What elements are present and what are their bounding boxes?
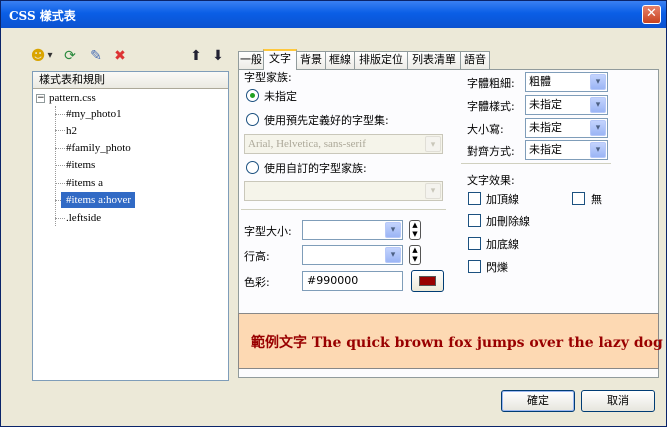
- font-style-select[interactable]: 未指定 ▾: [525, 95, 608, 115]
- tab-background[interactable]: 背景: [296, 51, 326, 69]
- chevron-down-icon[interactable]: ▾: [425, 136, 441, 152]
- preset-fontset-value: Arial, Helvetica, sans-serif: [248, 138, 366, 150]
- color-picker-button[interactable]: [411, 270, 444, 292]
- close-button[interactable]: ✕: [642, 5, 661, 24]
- tree-connector: [55, 106, 56, 226]
- preview-box: 範例文字 The quick brown fox jumps over the …: [238, 313, 663, 369]
- tree-connector: [55, 148, 65, 149]
- divider: [461, 163, 611, 164]
- divider: [241, 209, 446, 210]
- text-align-select[interactable]: 未指定 ▾: [525, 140, 608, 160]
- radio-preset-label: 使用預先定義好的字型集:: [264, 114, 389, 127]
- window-title: CSS 樣式表: [9, 9, 76, 23]
- none-checkbox[interactable]: [572, 192, 585, 205]
- line-height-select[interactable]: ▾: [302, 245, 403, 265]
- radio-preset-fontset[interactable]: [246, 113, 259, 126]
- chevron-down-icon[interactable]: ▾: [590, 142, 606, 158]
- blink-label: 閃爍: [486, 261, 508, 274]
- none-label: 無: [591, 193, 602, 206]
- chevron-down-icon[interactable]: ▾: [45, 47, 55, 65]
- chevron-down-icon[interactable]: ▾: [425, 183, 441, 199]
- rules-tree[interactable]: 樣式表和規則 − pattern.css #my_photo1 h2 #fami…: [32, 71, 229, 381]
- tree-item[interactable]: #my_photo1: [66, 106, 122, 122]
- tab-list[interactable]: 列表清單: [407, 51, 461, 69]
- tree-connector: [55, 218, 65, 219]
- tab-border[interactable]: 框線: [325, 51, 355, 69]
- radio-custom-label: 使用自訂的字型家族:: [264, 162, 367, 175]
- move-down-icon[interactable]: ⬇: [209, 47, 227, 65]
- tab-aural[interactable]: 語音: [460, 51, 490, 69]
- collapse-icon[interactable]: −: [36, 94, 45, 103]
- overline-label: 加頂線: [486, 193, 519, 206]
- font-style-label: 字體樣式:: [467, 100, 515, 113]
- tree-item-selected[interactable]: #items a:hover: [61, 192, 136, 208]
- tree-header: 樣式表和規則: [33, 72, 228, 89]
- font-style-value: 未指定: [529, 98, 562, 111]
- radio-custom-family[interactable]: [246, 161, 259, 174]
- line-height-spinner[interactable]: ▲ ▼: [409, 245, 421, 265]
- font-size-select[interactable]: ▾: [302, 220, 403, 240]
- tree-item[interactable]: h2: [66, 123, 77, 139]
- color-swatch: [419, 276, 436, 286]
- tree-item[interactable]: #items: [66, 157, 95, 173]
- text-case-value: 未指定: [529, 121, 562, 134]
- chevron-down-icon[interactable]: ▾: [385, 222, 401, 238]
- color-label: 色彩:: [244, 276, 270, 289]
- underline-checkbox[interactable]: [468, 237, 481, 250]
- edit-icon[interactable]: ✎: [87, 47, 105, 65]
- strikethrough-checkbox[interactable]: [468, 214, 481, 227]
- tree-item[interactable]: #family_photo: [66, 140, 131, 156]
- underline-label: 加底線: [486, 238, 519, 251]
- refresh-icon[interactable]: ⟳: [61, 47, 79, 65]
- css-stylesheet-dialog: CSS 樣式表 ✕ ☻ ▾ ⟳ ✎ ✖ ⬆ ⬇ 樣式表和規則 − pattern…: [0, 0, 667, 427]
- text-align-label: 對齊方式:: [467, 145, 515, 158]
- title-bar: CSS 樣式表 ✕: [1, 1, 666, 28]
- blink-checkbox[interactable]: [468, 260, 481, 273]
- font-size-label: 字型大小:: [244, 225, 292, 238]
- line-height-label: 行高:: [244, 250, 270, 263]
- text-effects-label: 文字效果:: [467, 174, 515, 187]
- strikethrough-label: 加刪除線: [486, 215, 530, 228]
- tab-general[interactable]: 一般: [238, 51, 264, 69]
- color-input[interactable]: #990000: [302, 271, 403, 291]
- radio-unspecified-label: 未指定: [264, 90, 297, 103]
- tree-item[interactable]: .leftside: [66, 210, 101, 226]
- text-case-label: 大小寫:: [467, 123, 504, 136]
- custom-family-select[interactable]: ▾: [244, 181, 443, 201]
- cancel-button[interactable]: 取消: [581, 390, 655, 412]
- tree-connector: [55, 165, 65, 166]
- font-family-label: 字型家族:: [244, 71, 292, 84]
- tab-text[interactable]: 文字: [263, 49, 297, 70]
- radio-unspecified[interactable]: [246, 89, 259, 102]
- tree-connector: [55, 183, 65, 184]
- chevron-down-icon[interactable]: ▾: [590, 120, 606, 136]
- ok-button[interactable]: 確定: [501, 390, 575, 412]
- preset-fontset-select[interactable]: Arial, Helvetica, sans-serif ▾: [244, 134, 443, 154]
- tree-item[interactable]: #items a: [66, 175, 103, 191]
- font-size-spinner[interactable]: ▲ ▼: [409, 220, 421, 240]
- tree-connector: [55, 114, 65, 115]
- chevron-down-icon[interactable]: ▾: [590, 97, 606, 113]
- font-weight-label: 字體粗細:: [467, 77, 515, 90]
- chevron-down-icon[interactable]: ▾: [385, 247, 401, 263]
- font-weight-value: 粗體: [529, 75, 551, 88]
- text-align-value: 未指定: [529, 143, 562, 156]
- delete-icon[interactable]: ✖: [111, 47, 129, 65]
- chevron-down-icon[interactable]: ▾: [590, 74, 606, 90]
- overline-checkbox[interactable]: [468, 192, 481, 205]
- tree-root[interactable]: pattern.css: [49, 90, 96, 106]
- move-up-icon[interactable]: ⬆: [187, 47, 205, 65]
- tab-positioning[interactable]: 排版定位: [354, 51, 408, 69]
- tree-connector: [55, 130, 65, 131]
- preview-text: 範例文字 The quick brown fox jumps over the …: [251, 335, 663, 351]
- text-case-select[interactable]: 未指定 ▾: [525, 118, 608, 138]
- font-weight-select[interactable]: 粗體 ▾: [525, 72, 608, 92]
